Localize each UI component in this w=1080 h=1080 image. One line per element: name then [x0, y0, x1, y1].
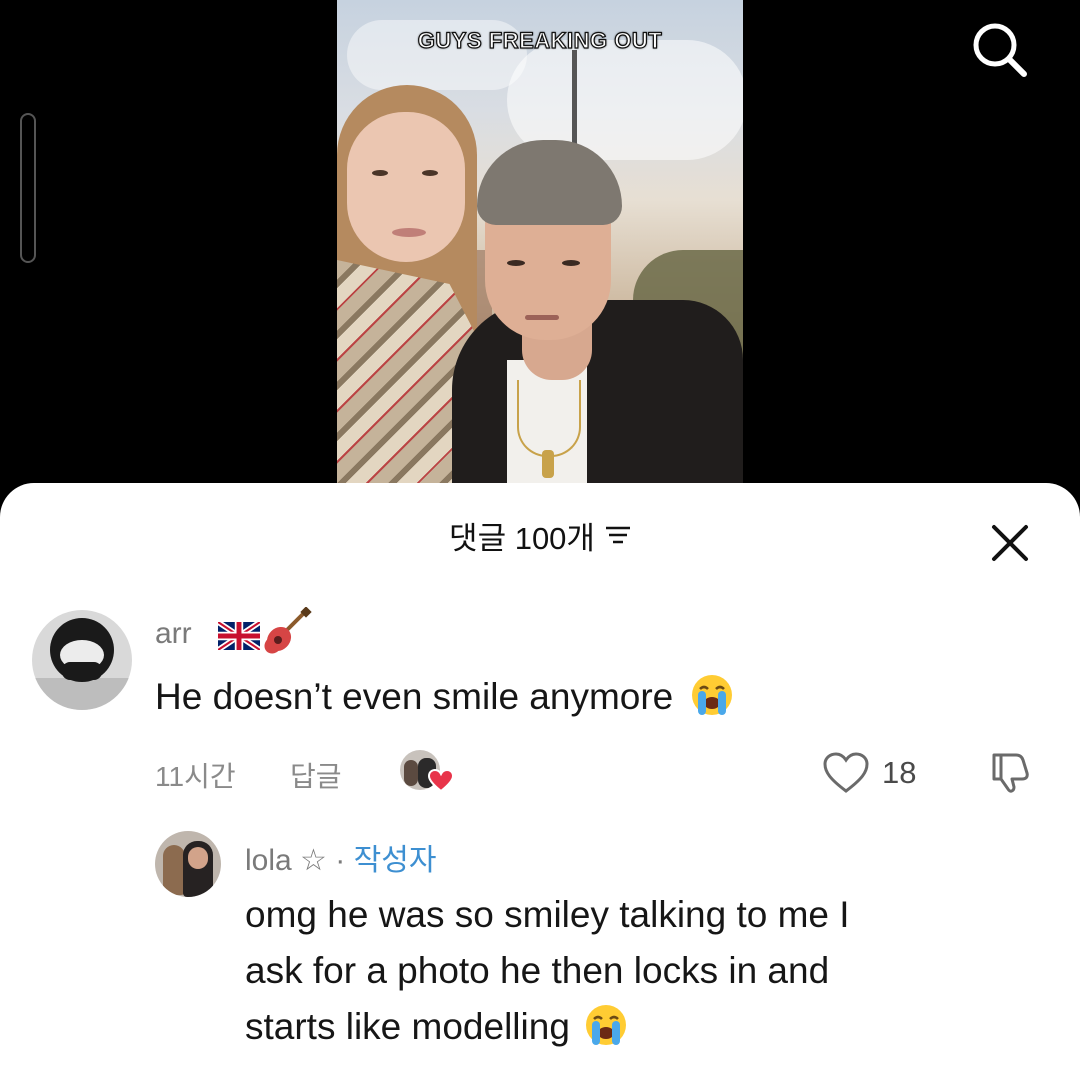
close-icon [992, 525, 1028, 561]
video-player[interactable]: GUYS FREAKING OUT [337, 0, 743, 500]
comment-timestamp: 11시간 [155, 761, 236, 792]
reply-username[interactable]: lola ☆ [245, 844, 327, 877]
video-person-man [452, 300, 743, 500]
search-button[interactable] [968, 18, 1032, 82]
comments-count-title: 댓글 100개 [449, 521, 595, 556]
comments-sheet: 댓글 100개 arr He doesn’t even smile anymor… [0, 483, 1080, 1080]
guitar-icon [264, 607, 312, 654]
crying-face-icon [585, 1005, 626, 1045]
scroll-indicator[interactable] [20, 113, 36, 263]
like-count: 18 [882, 755, 917, 790]
heart-outline-icon [823, 752, 869, 793]
comment-text: He doesn’t even smile anymore [155, 669, 734, 725]
comment-username[interactable]: arr [155, 617, 192, 651]
like-button[interactable] [822, 751, 870, 795]
close-button[interactable] [988, 521, 1032, 565]
uk-flag-icon [218, 622, 260, 650]
video-caption-overlay: GUYS FREAKING OUT [417, 27, 663, 53]
author-badge: 작성자 [353, 844, 437, 877]
reply-button[interactable]: 답글 [290, 755, 342, 795]
crying-face-icon [691, 675, 732, 715]
comments-header: 댓글 100개 [0, 513, 1080, 563]
search-icon [973, 23, 1027, 77]
reply-avatar[interactable] [155, 831, 221, 897]
reply-text: omg he was so smiley talking to me I ask… [245, 894, 850, 1047]
creator-heart-icon [428, 769, 454, 793]
thumbs-down-icon [992, 753, 1029, 793]
reply-username-line: lola ☆ · 작성자 [245, 835, 436, 879]
avatar[interactable] [32, 610, 132, 710]
separator: · [335, 844, 346, 877]
dislike-button[interactable] [988, 749, 1034, 795]
filter-icon[interactable] [605, 523, 631, 547]
